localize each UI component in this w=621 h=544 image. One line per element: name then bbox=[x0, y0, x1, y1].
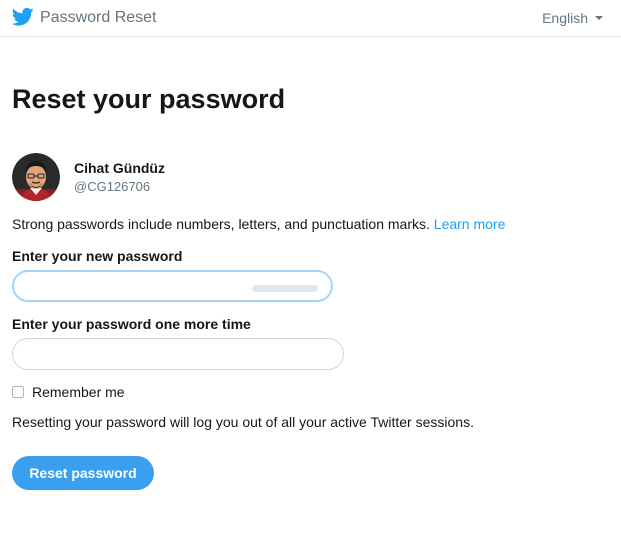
learn-more-link[interactable]: Learn more bbox=[434, 216, 506, 232]
language-label: English bbox=[542, 10, 588, 26]
user-name: Cihat Gündüz bbox=[74, 160, 165, 176]
password-strength-bar bbox=[252, 285, 318, 292]
top-bar: Password Reset English bbox=[0, 0, 621, 37]
remember-me-label: Remember me bbox=[32, 384, 125, 400]
confirm-password-field[interactable] bbox=[12, 338, 344, 370]
remember-me-option[interactable]: Remember me bbox=[12, 384, 125, 400]
password-hint: Strong passwords include numbers, letter… bbox=[12, 216, 505, 232]
language-selector[interactable]: English bbox=[542, 10, 603, 26]
confirm-password-label: Enter your password one more time bbox=[12, 316, 251, 332]
caret-down-icon bbox=[595, 16, 603, 20]
avatar-illustration-icon bbox=[12, 153, 60, 201]
logout-notice: Resetting your password will log you out… bbox=[12, 414, 474, 430]
remember-me-checkbox[interactable] bbox=[12, 386, 24, 398]
reset-password-button[interactable]: Reset password bbox=[12, 456, 154, 490]
page-title: Reset your password bbox=[12, 84, 286, 114]
twitter-bird-icon[interactable] bbox=[12, 7, 34, 27]
password-hint-text: Strong passwords include numbers, letter… bbox=[12, 216, 430, 232]
avatar bbox=[12, 153, 60, 201]
app-title: Password Reset bbox=[40, 9, 157, 26]
user-handle: @CG126706 bbox=[74, 179, 151, 194]
new-password-label: Enter your new password bbox=[12, 248, 183, 264]
